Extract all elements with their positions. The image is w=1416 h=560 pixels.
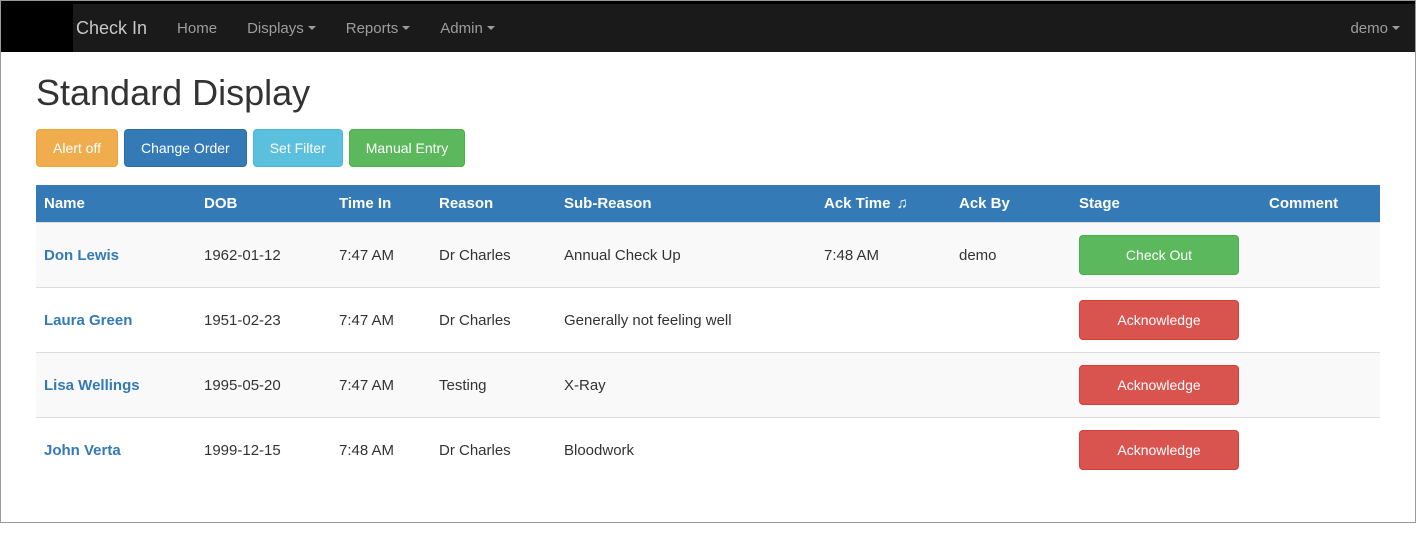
stage-button[interactable]: Acknowledge: [1079, 430, 1239, 470]
table-row: Lisa Wellings 1995-05-207:47 AMTestingX-R…: [36, 353, 1380, 418]
navbar: Check In Home Displays Reports Admin demo: [1, 1, 1415, 52]
reason-cell: Dr Charles: [431, 223, 556, 288]
nav-right: demo: [1335, 4, 1415, 52]
ack-time-cell: [816, 418, 951, 483]
nav-item-label: Displays: [247, 20, 304, 37]
table-row: Laura Green 1951-02-237:47 AMDr CharlesGe…: [36, 288, 1380, 353]
patient-name-link[interactable]: Don Lewis: [44, 247, 119, 264]
alert-off-button[interactable]: Alert off: [36, 129, 118, 167]
ack-by-cell: [951, 288, 1071, 353]
page-title: Standard Display: [36, 72, 1380, 114]
th-name[interactable]: Name: [36, 185, 196, 223]
nav-user-menu[interactable]: demo: [1335, 4, 1415, 52]
dob-cell: 1951-02-23: [196, 288, 331, 353]
nav-item-reports[interactable]: Reports: [331, 4, 426, 52]
stage-button[interactable]: Check Out: [1079, 235, 1239, 275]
table-row: John Verta 1999-12-157:48 AMDr CharlesBlo…: [36, 418, 1380, 483]
table-body: Don Lewis1962-01-127:47 AMDr CharlesAnnu…: [36, 223, 1380, 483]
brand-text: Check In: [76, 4, 147, 52]
ack-by-cell: [951, 418, 1071, 483]
nav-item-home[interactable]: Home: [162, 4, 232, 52]
ack-by-cell: [951, 353, 1071, 418]
display-table: Name DOB Time In Reason Sub-Reason Ack T…: [36, 185, 1380, 482]
sub-reason-cell: Generally not feeling well: [556, 288, 816, 353]
nav-item-label: Reports: [346, 20, 399, 37]
table-row: Don Lewis 1962-01-127:47 AMDr CharlesAnnu…: [36, 223, 1380, 288]
chevron-down-icon: [308, 26, 316, 30]
music-note-icon: ♫: [897, 195, 908, 212]
th-reason[interactable]: Reason: [431, 185, 556, 223]
nav-user-label: demo: [1350, 20, 1388, 37]
dob-cell: 1995-05-20: [196, 353, 331, 418]
sub-reason-cell: X-Ray: [556, 353, 816, 418]
reason-cell: Dr Charles: [431, 418, 556, 483]
stage-cell: Acknowledge: [1071, 353, 1261, 418]
nav-item-label: Home: [177, 20, 217, 37]
dob-cell: 1999-12-15: [196, 418, 331, 483]
change-order-button[interactable]: Change Order: [124, 129, 247, 167]
nav-item-label: Admin: [440, 20, 483, 37]
time-in-cell: 7:47 AM: [331, 288, 431, 353]
comment-cell: [1261, 418, 1380, 483]
table-header-row: Name DOB Time In Reason Sub-Reason Ack T…: [36, 185, 1380, 223]
manual-entry-button[interactable]: Manual Entry: [349, 129, 465, 167]
dob-cell: 1962-01-12: [196, 223, 331, 288]
patient-name-link[interactable]: Laura Green: [44, 312, 132, 329]
time-in-cell: 7:47 AM: [331, 353, 431, 418]
nav-item-admin[interactable]: Admin: [425, 4, 510, 52]
patient-name-link[interactable]: John Verta: [44, 442, 121, 459]
ack-time-cell: 7:48 AM: [816, 223, 951, 288]
main-container: Standard Display Alert off Change Order …: [1, 52, 1415, 522]
patient-name-link[interactable]: Lisa Wellings: [44, 377, 140, 394]
th-stage[interactable]: Stage: [1071, 185, 1261, 223]
reason-cell: Dr Charles: [431, 288, 556, 353]
comment-cell: [1261, 353, 1380, 418]
toolbar: Alert off Change Order Set Filter Manual…: [36, 129, 1380, 167]
stage-button[interactable]: Acknowledge: [1079, 300, 1239, 340]
chevron-down-icon: [487, 26, 495, 30]
comment-cell: [1261, 223, 1380, 288]
th-ack-time[interactable]: Ack Time ♫: [816, 185, 951, 223]
th-time-in[interactable]: Time In: [331, 185, 431, 223]
navbar-brand[interactable]: Check In: [1, 4, 162, 52]
stage-cell: Acknowledge: [1071, 288, 1261, 353]
ack-by-cell: demo: [951, 223, 1071, 288]
chevron-down-icon: [402, 26, 410, 30]
sub-reason-cell: Bloodwork: [556, 418, 816, 483]
stage-button[interactable]: Acknowledge: [1079, 365, 1239, 405]
brand-logo: [1, 4, 73, 52]
set-filter-button[interactable]: Set Filter: [253, 129, 343, 167]
time-in-cell: 7:47 AM: [331, 223, 431, 288]
ack-time-cell: [816, 353, 951, 418]
th-sub-reason[interactable]: Sub-Reason: [556, 185, 816, 223]
th-ack-by[interactable]: Ack By: [951, 185, 1071, 223]
sub-reason-cell: Annual Check Up: [556, 223, 816, 288]
reason-cell: Testing: [431, 353, 556, 418]
chevron-down-icon: [1392, 26, 1400, 30]
th-comment[interactable]: Comment: [1261, 185, 1380, 223]
th-ack-time-label: Ack Time: [824, 195, 890, 212]
nav-item-displays[interactable]: Displays: [232, 4, 331, 52]
th-dob[interactable]: DOB: [196, 185, 331, 223]
comment-cell: [1261, 288, 1380, 353]
ack-time-cell: [816, 288, 951, 353]
stage-cell: Acknowledge: [1071, 418, 1261, 483]
time-in-cell: 7:48 AM: [331, 418, 431, 483]
stage-cell: Check Out: [1071, 223, 1261, 288]
nav-list: Home Displays Reports Admin: [162, 4, 510, 52]
